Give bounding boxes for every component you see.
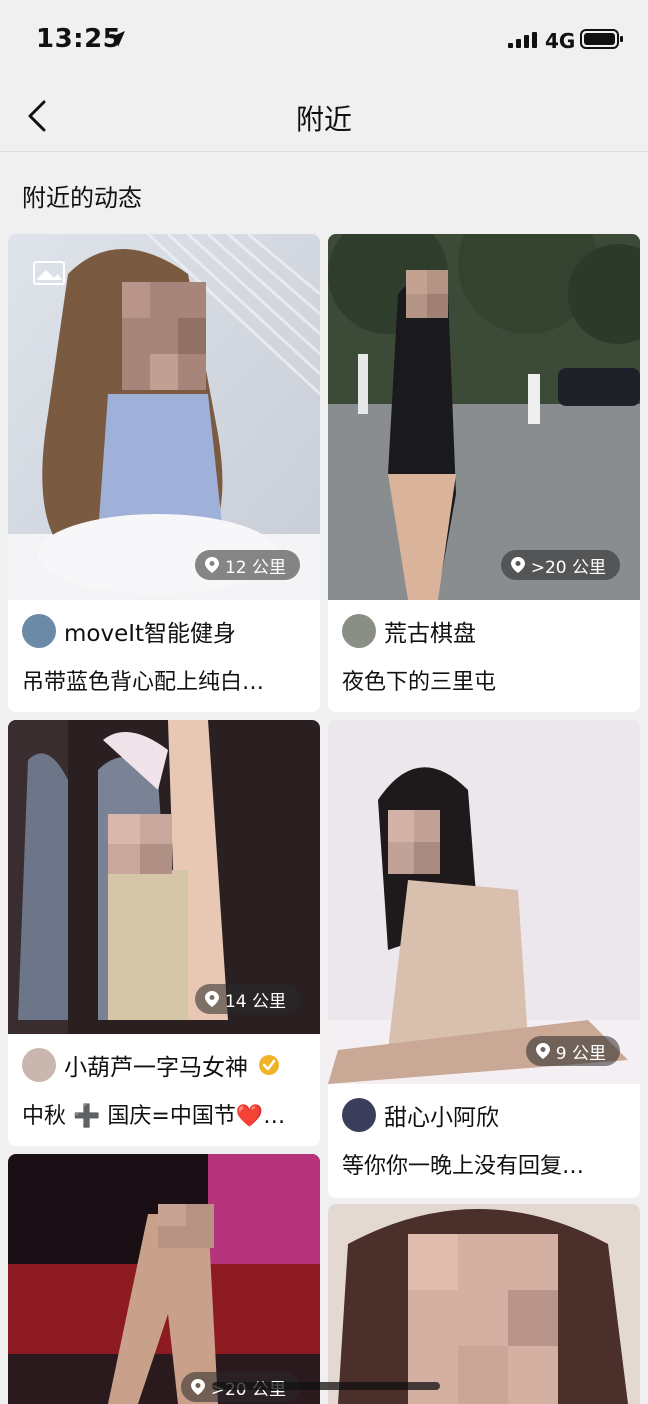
post-card[interactable]: >20 公里: [8, 1154, 320, 1404]
post-card[interactable]: [328, 1204, 640, 1404]
post-photo[interactable]: 14 公里: [8, 720, 320, 1034]
post-caption: 夜色下的三里屯: [342, 670, 497, 695]
distance-badge: 9 公里: [525, 1036, 620, 1066]
status-bar: 13:25 4G: [0, 0, 648, 80]
distance-text: 14 公里: [224, 991, 286, 1012]
author-row[interactable]: 小葫芦一字马女神: [22, 1048, 280, 1082]
navigation-bar: 附近: [0, 80, 648, 152]
author-row[interactable]: 荒古棋盘: [342, 614, 476, 648]
post-photo[interactable]: >20 公里: [8, 1154, 320, 1404]
location-pin-icon: [204, 991, 219, 1007]
distance-badge: 12 公里: [194, 550, 300, 580]
signal-icon: [508, 32, 537, 48]
author-name[interactable]: 小葫芦一字马女神: [64, 1048, 248, 1082]
post-caption: 中秋 ➕ 国庆=中国节❤️…: [22, 1104, 286, 1129]
author-name[interactable]: 甜心小阿欣: [384, 1098, 499, 1132]
avatar[interactable]: [342, 1098, 376, 1132]
section-title: 附近的动态: [22, 184, 142, 212]
distance-text: 12 公里: [224, 557, 286, 578]
avatar[interactable]: [342, 614, 376, 648]
post-card[interactable]: 14 公里 小葫芦一字马女神 中秋 ➕ 国庆=中国节❤️…: [8, 720, 320, 1146]
location-pin-icon: [204, 557, 219, 573]
network-type: 4G: [545, 29, 576, 53]
author-row[interactable]: moveIt智能健身: [22, 614, 236, 648]
author-name[interactable]: moveIt智能健身: [64, 614, 236, 648]
post-photo[interactable]: 12 公里: [8, 234, 320, 600]
page-title: 附近: [295, 103, 352, 136]
post-card[interactable]: 12 公里 moveIt智能健身 吊带蓝色背心配上纯白…: [8, 234, 320, 712]
post-card[interactable]: 9 公里 甜心小阿欣 等你你一晚上没有回复…: [328, 720, 640, 1198]
post-photo[interactable]: 9 公里: [328, 720, 640, 1084]
post-card[interactable]: >20 公里 荒古棋盘 夜色下的三里屯: [328, 234, 640, 712]
distance-badge: >20 公里: [500, 550, 620, 580]
verified-badge-icon: [259, 1055, 279, 1075]
post-caption: 等你你一晚上没有回复…: [342, 1154, 585, 1179]
location-pin-icon: [535, 1043, 550, 1059]
avatar[interactable]: [22, 614, 56, 648]
battery-icon: [580, 29, 623, 49]
location-pin-icon: [510, 557, 525, 573]
location-pin-icon: [190, 1379, 205, 1395]
distance-badge: 14 公里: [194, 984, 300, 1014]
post-photo[interactable]: >20 公里: [328, 234, 640, 600]
post-caption: 吊带蓝色背心配上纯白…: [22, 670, 265, 695]
avatar[interactable]: [22, 1048, 56, 1082]
post-photo[interactable]: [328, 1204, 640, 1404]
distance-text: >20 公里: [530, 557, 606, 578]
author-name[interactable]: 荒古棋盘: [384, 614, 476, 648]
distance-text: 9 公里: [555, 1043, 606, 1064]
location-arrow-icon: [109, 31, 125, 47]
author-row[interactable]: 甜心小阿欣: [342, 1098, 499, 1132]
home-indicator[interactable]: [212, 1382, 440, 1390]
